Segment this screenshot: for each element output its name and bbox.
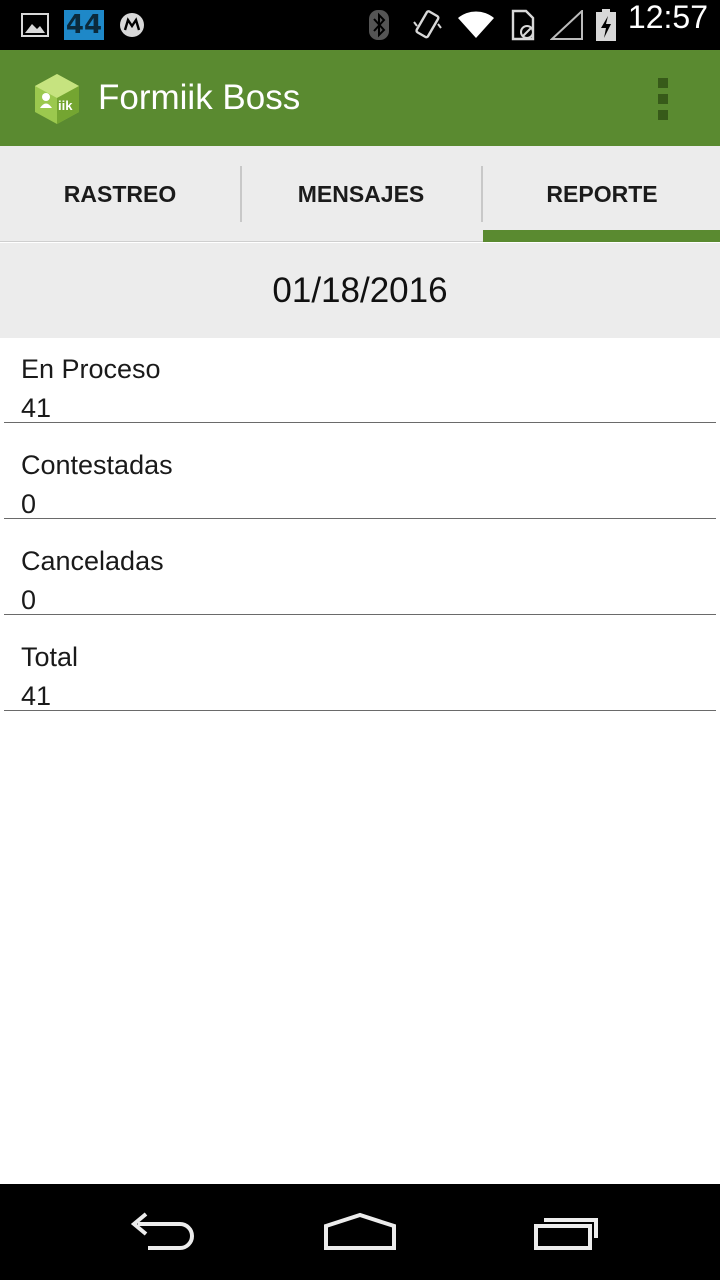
bluetooth-icon	[366, 0, 392, 50]
row-label: Contestadas	[21, 450, 173, 480]
tab-mensajes[interactable]: MENSAJES	[241, 146, 481, 242]
gallery-icon	[20, 0, 50, 50]
battery-icon	[594, 0, 618, 50]
row-label: En Proceso	[21, 354, 161, 384]
row-value: 41	[21, 393, 52, 423]
vibrate-icon	[410, 0, 444, 50]
signal-icon	[548, 0, 586, 50]
notification-badge: 44	[63, 10, 105, 40]
row-label: Total	[21, 642, 79, 672]
svg-text:iik: iik	[58, 98, 73, 113]
selected-tab-indicator	[483, 230, 720, 242]
list-item-en-proceso: En Proceso 41	[0, 338, 720, 434]
home-icon	[324, 1212, 396, 1250]
back-icon	[130, 1212, 194, 1250]
row-value: 41	[21, 681, 52, 711]
app-logo-icon: iik	[32, 72, 82, 126]
divider	[4, 710, 716, 711]
recent-apps-icon	[534, 1218, 598, 1250]
clock: 12:57	[627, 0, 708, 35]
list-item-contestadas: Contestadas 0	[0, 434, 720, 530]
tab-bar: RASTREO MENSAJES REPORTE	[0, 146, 720, 242]
divider	[4, 518, 716, 519]
divider	[4, 614, 716, 615]
row-value: 0	[21, 585, 37, 615]
tab-rastreo[interactable]: RASTREO	[0, 146, 240, 242]
report-date: 01/18/2016	[0, 243, 720, 338]
app-title: Formiik Boss	[98, 78, 301, 117]
overflow-menu-button[interactable]	[646, 76, 680, 122]
navigation-bar	[0, 1184, 720, 1280]
back-button[interactable]	[118, 1202, 202, 1262]
action-bar: iik Formiik Boss	[0, 50, 720, 146]
list-item-total: Total 41	[0, 626, 720, 722]
row-label: Canceladas	[21, 546, 164, 576]
recent-apps-button[interactable]	[520, 1202, 604, 1262]
report-list: En Proceso 41 Contestadas 0 Canceladas 0…	[0, 338, 720, 722]
tab-reporte[interactable]: REPORTE	[482, 146, 720, 242]
sim-icon	[508, 0, 538, 50]
home-button[interactable]	[318, 1202, 402, 1262]
motorola-icon	[118, 0, 146, 50]
list-item-canceladas: Canceladas 0	[0, 530, 720, 626]
divider	[4, 422, 716, 423]
row-value: 0	[21, 489, 37, 519]
wifi-icon	[456, 0, 496, 50]
status-bar: 44 12:57	[0, 0, 720, 50]
